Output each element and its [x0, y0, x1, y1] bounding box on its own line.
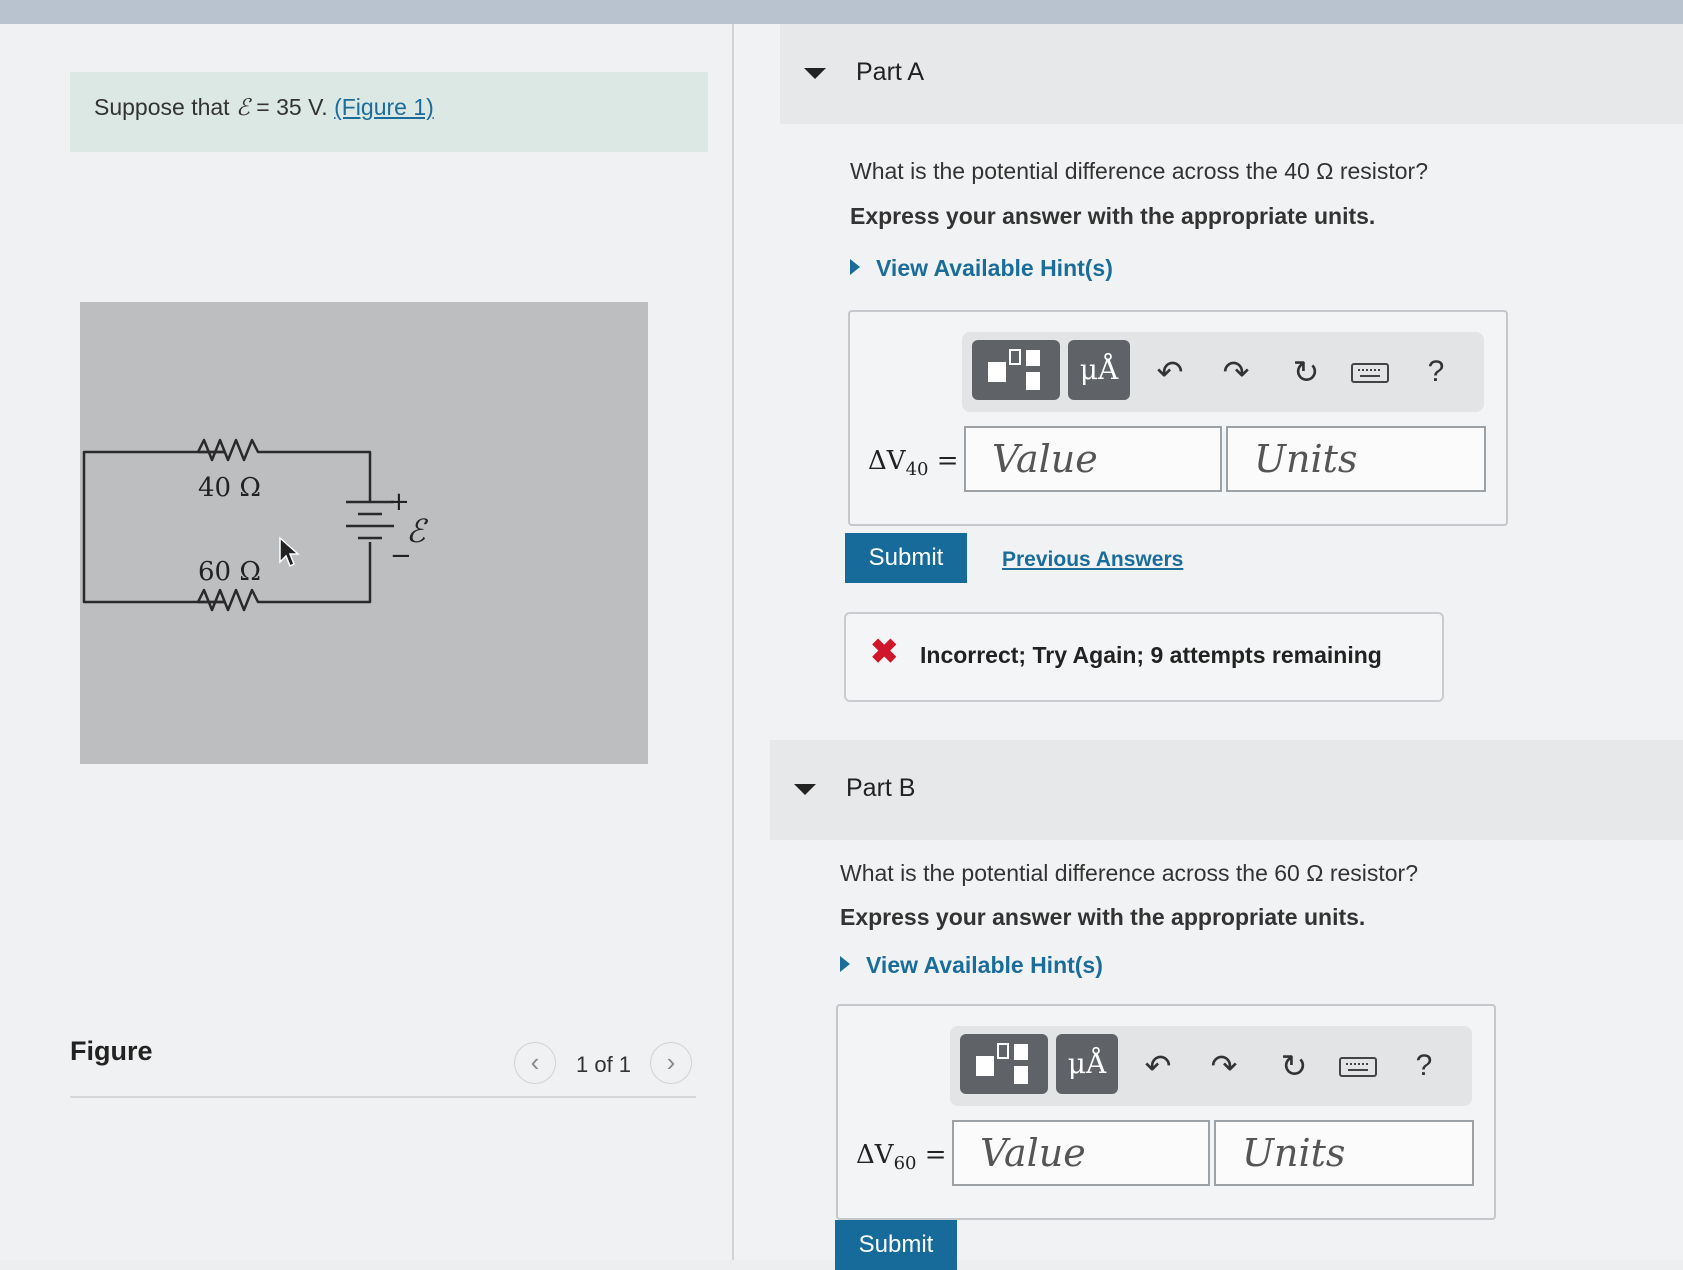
- intro-prefix: Suppose that: [94, 94, 236, 120]
- keyboard-glyph: [1351, 363, 1389, 383]
- units-icon[interactable]: μÅ: [1056, 1034, 1118, 1094]
- delta-v-symbol: ΔV: [868, 446, 906, 476]
- chevron-right-icon[interactable]: ›: [650, 1042, 692, 1084]
- part-b-question: What is the potential difference across …: [840, 860, 1419, 886]
- part-b-hint-toggle[interactable]: View Available Hint(s): [840, 952, 1103, 979]
- part-a-units-field[interactable]: [1226, 426, 1486, 492]
- part-a-value-input[interactable]: [966, 428, 1220, 490]
- part-a-answer-box: μÅ ↶ ↷ ↻ ? ΔV40 =: [848, 310, 1508, 526]
- part-b-submit-button[interactable]: Submit: [835, 1220, 957, 1270]
- templates-glyph: [988, 349, 1040, 390]
- undo-icon[interactable]: ↶: [1148, 350, 1192, 394]
- undo-icon[interactable]: ↶: [1136, 1044, 1180, 1088]
- part-b-answer-box: μÅ ↶ ↷ ↻ ? ΔV60 =: [836, 1004, 1496, 1220]
- figure-page-count: 1 of 1: [576, 1052, 632, 1077]
- delta-v-symbol: ΔV: [856, 1140, 894, 1170]
- part-a-variable-label: ΔV40 =: [868, 446, 959, 480]
- equals-sign: =: [928, 446, 959, 476]
- collapse-caret-icon[interactable]: [804, 68, 826, 79]
- help-icon[interactable]: ?: [1402, 1044, 1446, 1088]
- resistor-bottom-label: 60 Ω: [198, 557, 261, 587]
- part-b-units-field[interactable]: [1214, 1120, 1474, 1186]
- figure-panel: 40 Ω 60 Ω + − ℰ: [80, 302, 648, 764]
- feedback-message: Incorrect; Try Again; 9 attempts remaini…: [920, 642, 1382, 668]
- part-b-math-toolbar: μÅ ↶ ↷ ↻ ?: [950, 1026, 1472, 1106]
- intro-equation: = 35 V.: [249, 94, 335, 120]
- reset-icon[interactable]: ↻: [1284, 350, 1328, 394]
- templates-icon[interactable]: [960, 1034, 1048, 1094]
- mouse-cursor-icon: [279, 536, 300, 568]
- emf-symbol: ℰ: [235, 95, 250, 121]
- figure-label: Figure: [70, 1036, 153, 1066]
- circuit-diagram: 40 Ω 60 Ω + − ℰ: [82, 438, 429, 612]
- part-b-units-input[interactable]: [1216, 1122, 1472, 1184]
- figure-link[interactable]: (Figure 1): [334, 94, 434, 120]
- subscript-40: 40: [905, 459, 929, 481]
- emf-label: ℰ: [406, 512, 429, 550]
- part-a-submit-button[interactable]: Submit: [845, 533, 967, 583]
- keyboard-icon[interactable]: [1348, 350, 1392, 394]
- previous-answers-link[interactable]: Previous Answers: [1002, 548, 1183, 572]
- redo-icon[interactable]: ↷: [1202, 1044, 1246, 1088]
- part-a-instruction: Express your answer with the appropriate…: [850, 203, 1376, 229]
- templates-icon[interactable]: [972, 340, 1060, 400]
- part-a-units-input[interactable]: [1228, 428, 1484, 490]
- problem-intro: Suppose that ℰ = 35 V. (Figure 1): [70, 72, 708, 152]
- expand-triangle-icon: [850, 259, 860, 275]
- keyboard-glyph: [1339, 1057, 1377, 1077]
- part-b-hint-label: View Available Hint(s): [866, 952, 1103, 978]
- expand-triangle-icon: [840, 956, 850, 972]
- redo-icon[interactable]: ↷: [1214, 350, 1258, 394]
- part-a-feedback: ✖ Incorrect; Try Again; 9 attempts remai…: [844, 612, 1444, 702]
- help-icon[interactable]: ?: [1414, 350, 1458, 394]
- part-a-value-field[interactable]: [964, 426, 1222, 492]
- reset-icon[interactable]: ↻: [1272, 1044, 1316, 1088]
- part-a-math-toolbar: μÅ ↶ ↷ ↻ ?: [962, 332, 1484, 412]
- subscript-60: 60: [893, 1153, 917, 1175]
- figure-divider: [70, 1096, 696, 1098]
- equals-sign: =: [916, 1140, 947, 1170]
- part-a-title: Part A: [856, 58, 925, 86]
- part-b-instruction: Express your answer with the appropriate…: [840, 904, 1366, 930]
- part-a-question: What is the potential difference across …: [850, 158, 1429, 184]
- templates-glyph: [976, 1043, 1028, 1084]
- part-b-header[interactable]: Part B: [770, 740, 1683, 840]
- error-x-icon: ✖: [870, 633, 899, 671]
- units-icon[interactable]: μÅ: [1068, 340, 1130, 400]
- part-b-variable-label: ΔV60 =: [856, 1140, 947, 1174]
- top-bar: [0, 0, 1683, 24]
- collapse-caret-icon[interactable]: [794, 784, 816, 795]
- part-b-value-field[interactable]: [952, 1120, 1210, 1186]
- intro-text: Suppose that ℰ = 35 V. (Figure 1): [94, 94, 434, 121]
- part-a-hint-toggle[interactable]: View Available Hint(s): [850, 255, 1113, 282]
- chevron-left-icon[interactable]: ‹: [514, 1042, 556, 1084]
- part-b-title: Part B: [846, 774, 916, 802]
- keyboard-icon[interactable]: [1336, 1044, 1380, 1088]
- part-b-value-input[interactable]: [954, 1122, 1208, 1184]
- part-a-hint-label: View Available Hint(s): [876, 255, 1113, 281]
- part-a-header[interactable]: Part A: [780, 24, 1683, 124]
- resistor-top-label: 40 Ω: [198, 473, 261, 503]
